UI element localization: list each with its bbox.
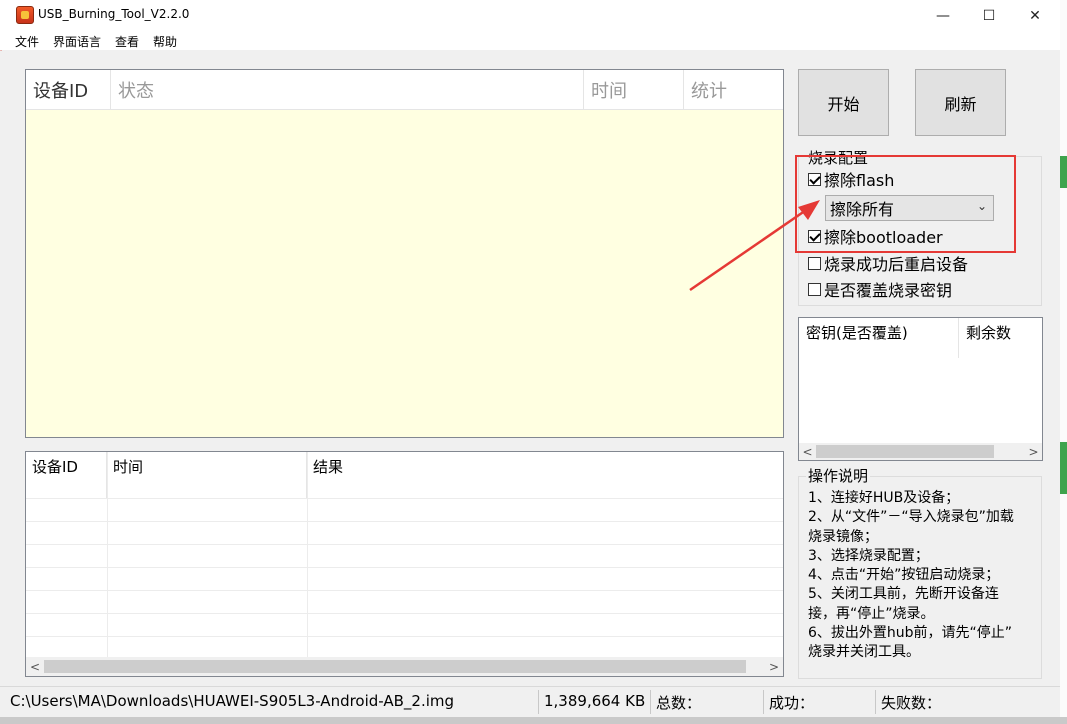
scrollbar-thumb[interactable] (816, 445, 994, 458)
app-icon (16, 6, 34, 24)
column-header-stats[interactable]: 统计 (684, 70, 783, 110)
status-divider (538, 690, 539, 714)
status-file-path: C:\Users\MA\Downloads\HUAWEI-S905L3-Andr… (10, 692, 455, 710)
menu-help[interactable]: 帮助 (153, 33, 177, 50)
device-table[interactable]: 设备ID 状态 时间 统计 (25, 69, 784, 438)
instructions-text: 1、连接好HUB及设备； 2、从“文件”－“导入烧录包”加载 烧录镜像； 3、选… (808, 489, 1040, 663)
overwrite-key-label: 是否覆盖烧录密钥 (824, 281, 953, 300)
column-header-remaining[interactable]: 剩余数 (959, 318, 1042, 358)
scrollbar-thumb[interactable] (44, 660, 746, 673)
refresh-button[interactable]: 刷新 (915, 69, 1006, 136)
status-fail-label: 失败数： (881, 694, 942, 712)
background-window-edge (1060, 0, 1067, 724)
background-window-edge (1060, 156, 1067, 188)
scroll-left-icon[interactable]: < (26, 657, 44, 676)
instruction-line: 6、拔出外置hub前，请先“停止” (808, 625, 1013, 642)
menu-view[interactable]: 查看 (115, 33, 139, 50)
instruction-line: 5、关闭工具前，先断开设备连 (808, 586, 999, 603)
status-divider (763, 690, 764, 714)
background-taskbar-edge (0, 717, 1067, 724)
status-divider (650, 690, 651, 714)
table-row (26, 567, 783, 568)
instruction-line: 烧录镜像； (808, 528, 878, 545)
instructions-title: 操作说明 (806, 465, 871, 486)
background-window-edge (1060, 442, 1067, 494)
column-header-time[interactable]: 时间 (107, 452, 307, 498)
scroll-left-icon[interactable]: < (799, 443, 816, 460)
column-divider (107, 452, 108, 657)
status-success-label: 成功： (769, 694, 815, 712)
column-header-status[interactable]: 状态 (111, 70, 584, 110)
table-row (26, 636, 783, 637)
reboot-after-success-checkbox[interactable]: 烧录成功后重启设备 (808, 252, 968, 274)
instruction-line: 1、连接好HUB及设备； (808, 490, 960, 506)
status-file-size: 1,389,664 KB (544, 692, 646, 710)
instruction-line: 3、选择烧录配置； (808, 547, 929, 564)
scroll-right-icon[interactable]: > (765, 657, 783, 676)
start-button[interactable]: 开始 (798, 69, 889, 136)
close-button[interactable]: ✕ (1012, 0, 1058, 31)
device-table-header: 设备ID 状态 时间 统计 (26, 70, 783, 110)
maximize-button[interactable]: ☐ (966, 0, 1012, 31)
window-title: USB_Burning_Tool_V2.2.0 (38, 7, 190, 21)
column-header-result[interactable]: 结果 (307, 452, 783, 498)
horizontal-scrollbar[interactable]: < > (26, 657, 783, 676)
scroll-right-icon[interactable]: > (1025, 443, 1042, 460)
instruction-line: 4、点击“开始”按钮启动烧录； (808, 567, 1000, 584)
table-row (26, 498, 783, 499)
menu-language[interactable]: 界面语言 (53, 33, 101, 50)
table-row (26, 544, 783, 545)
table-row (26, 521, 783, 522)
status-total-label: 总数： (656, 694, 702, 712)
table-row (26, 590, 783, 591)
key-table[interactable]: 密钥(是否覆盖) 剩余数 < > (798, 317, 1043, 461)
horizontal-scrollbar[interactable]: < > (799, 443, 1042, 460)
column-header-device-id[interactable]: 设备ID (26, 70, 111, 110)
log-table[interactable]: 设备ID 时间 结果 < > (25, 451, 784, 677)
column-header-device-id[interactable]: 设备ID (26, 452, 107, 498)
reboot-after-success-label: 烧录成功后重启设备 (824, 255, 969, 274)
instruction-line: 2、从“文件”－“导入烧录包”加载 (808, 509, 1014, 526)
minimize-button[interactable]: — (920, 0, 966, 31)
table-row (26, 613, 783, 614)
annotation-arrow-icon (689, 200, 820, 292)
menu-file[interactable]: 文件 (15, 33, 39, 50)
column-header-key[interactable]: 密钥(是否覆盖) (799, 318, 959, 358)
status-divider (875, 690, 876, 714)
column-header-time[interactable]: 时间 (584, 70, 684, 110)
column-divider (307, 452, 308, 657)
instruction-line: 接，再“停止”烧录。 (808, 605, 935, 622)
instruction-line: 烧录并关闭工具。 (808, 644, 920, 661)
